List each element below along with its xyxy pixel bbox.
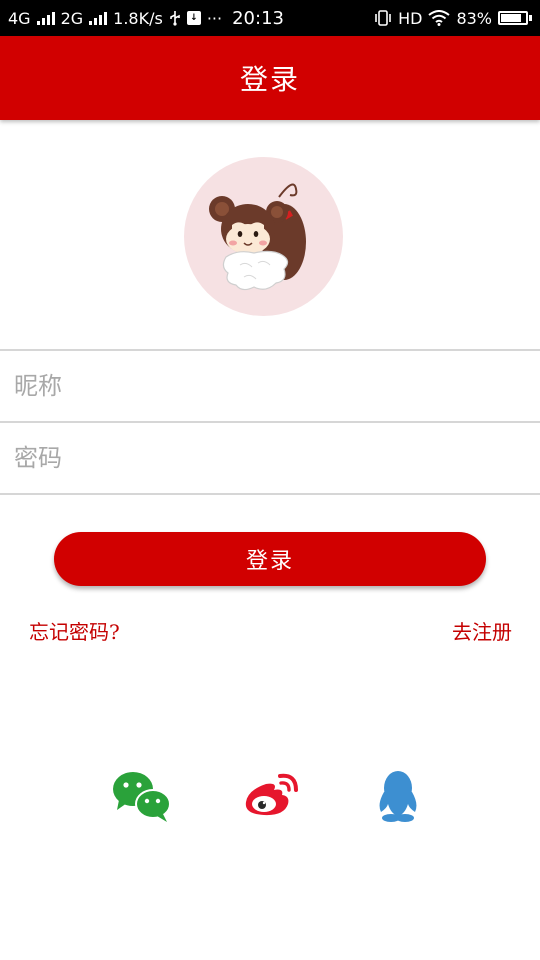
usb-icon bbox=[170, 11, 180, 26]
weibo-login-button[interactable] bbox=[242, 768, 302, 824]
battery-fill bbox=[501, 14, 521, 22]
title-bar: 登录 bbox=[0, 36, 540, 120]
signal-icon bbox=[36, 11, 55, 25]
register-link[interactable]: 去注册 bbox=[452, 616, 512, 645]
more-dots: ··· bbox=[206, 8, 223, 28]
network-type-2: 2G bbox=[60, 8, 84, 28]
avatar[interactable] bbox=[184, 157, 343, 316]
notification-icon: ↓ bbox=[186, 11, 201, 25]
network-type-1: 4G bbox=[8, 8, 31, 28]
signal-icon-2 bbox=[89, 11, 108, 25]
wechat-login-button[interactable] bbox=[111, 768, 171, 824]
forgot-password-link[interactable]: 忘记密码? bbox=[29, 616, 120, 645]
page-title: 登录 bbox=[239, 63, 300, 96]
battery-icon bbox=[498, 11, 532, 25]
hd-indicator: HD bbox=[398, 8, 423, 28]
wechat-icon bbox=[113, 772, 171, 822]
password-input[interactable] bbox=[0, 423, 540, 493]
battery-percent: 83% bbox=[456, 8, 492, 28]
status-bar-right: HD 83% bbox=[374, 0, 532, 36]
login-button[interactable]: 登录 bbox=[54, 532, 486, 586]
network-speed: 1.8K/s bbox=[113, 8, 163, 28]
status-bar-left: 4G 2G 1.8K/s ↓ ··· 20:13 bbox=[8, 0, 284, 36]
nickname-input[interactable] bbox=[0, 351, 540, 421]
divider-bottom bbox=[0, 493, 540, 495]
wifi-icon bbox=[428, 10, 451, 26]
qq-login-button[interactable] bbox=[369, 768, 429, 824]
monkey-avatar-icon bbox=[209, 183, 306, 291]
vibrate-icon bbox=[375, 10, 391, 26]
status-bar: 4G 2G 1.8K/s ↓ ··· 20:13 HD 83% bbox=[0, 0, 540, 36]
weibo-icon bbox=[245, 773, 298, 816]
qq-icon bbox=[379, 771, 417, 822]
clock: 20:13 bbox=[232, 7, 284, 29]
